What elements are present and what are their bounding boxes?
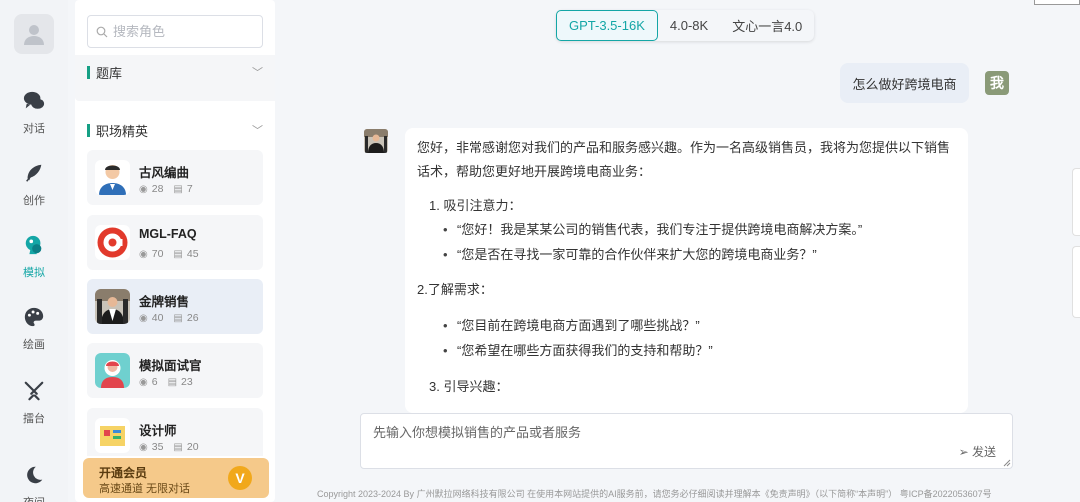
vip-upgrade-banner[interactable]: 开通会员 高速通道 无限对话 V: [83, 458, 269, 498]
feather-icon: [26, 164, 42, 182]
nav-label: 模拟: [23, 267, 45, 279]
profile-avatar[interactable]: [14, 14, 54, 54]
message-input[interactable]: [373, 422, 933, 460]
search-input[interactable]: [113, 24, 253, 39]
send-label: 发送: [971, 445, 996, 459]
reply-bullet: “您目前在跨境电商方面遇到了哪些挑战？”: [443, 314, 700, 338]
simulate-icon: [25, 235, 42, 255]
reply-section-title: 3. 引导兴趣：: [429, 379, 509, 394]
user-message: 怎么做好跨境电商: [840, 63, 969, 103]
role-card[interactable]: MGL-FAQ ◉ 70 ▤ 45: [87, 215, 263, 270]
role-name: 设计师: [139, 424, 177, 438]
role-card-selected[interactable]: 金牌销售 ◉ 40 ▤ 26: [87, 279, 263, 334]
eye-icon: ◉: [139, 312, 148, 324]
comment-count: 26: [186, 312, 199, 324]
comment-count: 45: [186, 248, 199, 260]
comment-count: 20: [186, 441, 199, 453]
search-box[interactable]: [87, 15, 263, 48]
nav-item-paint[interactable]: 绘画: [0, 306, 68, 366]
role-card[interactable]: 模拟面试官 ◉ 6 ▤ 23: [87, 343, 263, 398]
send-icon: ➢: [958, 445, 969, 459]
message-composer: ➢ 发送: [360, 413, 1013, 469]
role-avatar: [95, 160, 130, 195]
category-header-workplace[interactable]: 职场精英 ﹀: [87, 118, 263, 142]
comment-count: 23: [181, 376, 193, 388]
category-marker: [87, 123, 90, 137]
reply-section-title: 2.了解需求：: [417, 282, 493, 297]
tab-gpt4[interactable]: 4.0-8K: [658, 10, 720, 41]
tab-wenxin[interactable]: 文心一言4.0: [720, 10, 814, 41]
category-label: 职场精英: [96, 123, 149, 139]
vip-subtitle: 高速通道 无限对话: [99, 483, 191, 495]
nav-item-chat[interactable]: 对话: [0, 90, 68, 150]
eye-icon: ◉: [139, 248, 148, 260]
comment-count: 7: [186, 183, 193, 195]
nav-item-simulate[interactable]: 模拟: [0, 234, 68, 294]
tab-gpt35[interactable]: GPT-3.5-16K: [556, 10, 658, 41]
role-name: 模拟面试官: [139, 359, 202, 373]
role-avatar: [95, 289, 130, 324]
palette-icon: [24, 307, 44, 327]
chevron-down-icon: ﹀: [252, 67, 263, 79]
reply-section-title: 1. 吸引注意力：: [429, 198, 522, 213]
eye-icon: ◉: [139, 376, 148, 388]
user-icon: [24, 25, 44, 45]
user-avatar: 我: [985, 71, 1009, 95]
nav-label: 创作: [23, 195, 45, 207]
reply-line: 话术，帮助您更好地开展跨境电商业务：: [417, 164, 652, 179]
role-panel: 题库 ﹀ 职场精英 ﹀ 古风编曲 ◉28▤7 MGL-FAQ ◉70▤45 金牌…: [75, 0, 275, 502]
bot-message: 您好，非常感谢您对我们的产品和服务感兴趣。作为一名高级销售员，我将为您提供以下销…: [405, 128, 968, 413]
role-card[interactable]: 设计师 ◉ 35 ▤ 20: [87, 408, 263, 456]
role-name: 古风编曲: [139, 166, 190, 180]
comment-icon: ▤: [167, 376, 178, 388]
view-count: 40: [151, 312, 164, 324]
resize-handle-icon[interactable]: [1003, 459, 1011, 467]
nav-label: 擂台: [23, 413, 45, 425]
eye-icon: ◉: [139, 183, 148, 195]
nav-item-arena[interactable]: 擂台: [0, 380, 68, 440]
vip-title: 开通会员: [99, 466, 148, 480]
comment-icon: ▤: [173, 248, 183, 260]
view-count: 28: [151, 183, 164, 195]
role-avatar: [95, 418, 130, 453]
nav-item-night[interactable]: 夜间: [0, 464, 68, 502]
role-name: MGL-FAQ: [139, 227, 197, 241]
moon-icon: [27, 466, 43, 484]
send-button[interactable]: ➢ 发送: [959, 443, 996, 460]
model-tabs: GPT-3.5-16K 4.0-8K 文心一言4.0: [556, 10, 815, 41]
comment-icon: ▤: [173, 441, 183, 453]
reply-bullet: “您希望在哪些方面获得我们的支持和帮助？”: [443, 339, 713, 363]
corner-widget: [1034, 0, 1080, 5]
view-count: 35: [151, 441, 164, 453]
comment-icon: ▤: [173, 183, 183, 195]
nav-label: 夜间: [23, 494, 45, 502]
nav-label: 对话: [23, 123, 45, 135]
footer-copyright: Copyright 2023-2024 By 广州默拉网络科技有限公司 在使用本…: [317, 489, 992, 499]
reply-bullet: “您好！我是某某公司的销售代表，我们专注于提供跨境电商解决方案。”: [443, 218, 862, 242]
chat-icon: [23, 91, 45, 109]
vip-badge-icon: V: [228, 466, 252, 490]
chevron-down-icon: ﹀: [252, 125, 263, 137]
role-name: 金牌销售: [139, 295, 190, 309]
role-avatar: [95, 353, 130, 388]
nav-item-create[interactable]: 创作: [0, 162, 68, 222]
view-count: 70: [151, 248, 164, 260]
reply-bullet: “您是否在寻找一家可靠的合作伙伴来扩大您的跨境电商业务？”: [443, 243, 817, 267]
role-avatar: [95, 225, 130, 260]
category-label: 题库: [96, 65, 123, 81]
nav-label: 绘画: [23, 339, 45, 351]
side-drawer-tab[interactable]: [1072, 246, 1080, 318]
category-header-question-bank[interactable]: 题库 ﹀: [87, 60, 263, 84]
side-drawer-tab[interactable]: [1072, 168, 1080, 236]
eye-icon: ◉: [139, 441, 148, 453]
search-icon: [96, 26, 108, 37]
comment-icon: ▤: [173, 312, 183, 324]
swords-icon: [24, 381, 44, 401]
category-marker: [87, 65, 90, 79]
bot-avatar: [364, 129, 388, 153]
view-count: 6: [151, 376, 158, 388]
nav-rail: 对话 创作 模拟 绘画 擂台 夜间: [0, 0, 68, 502]
reply-line: 您好，非常感谢您对我们的产品和服务感兴趣。作为一名高级销售员，我将为您提供以下销…: [417, 140, 951, 155]
role-card[interactable]: 古风编曲 ◉ 28 ▤ 7: [87, 150, 263, 205]
